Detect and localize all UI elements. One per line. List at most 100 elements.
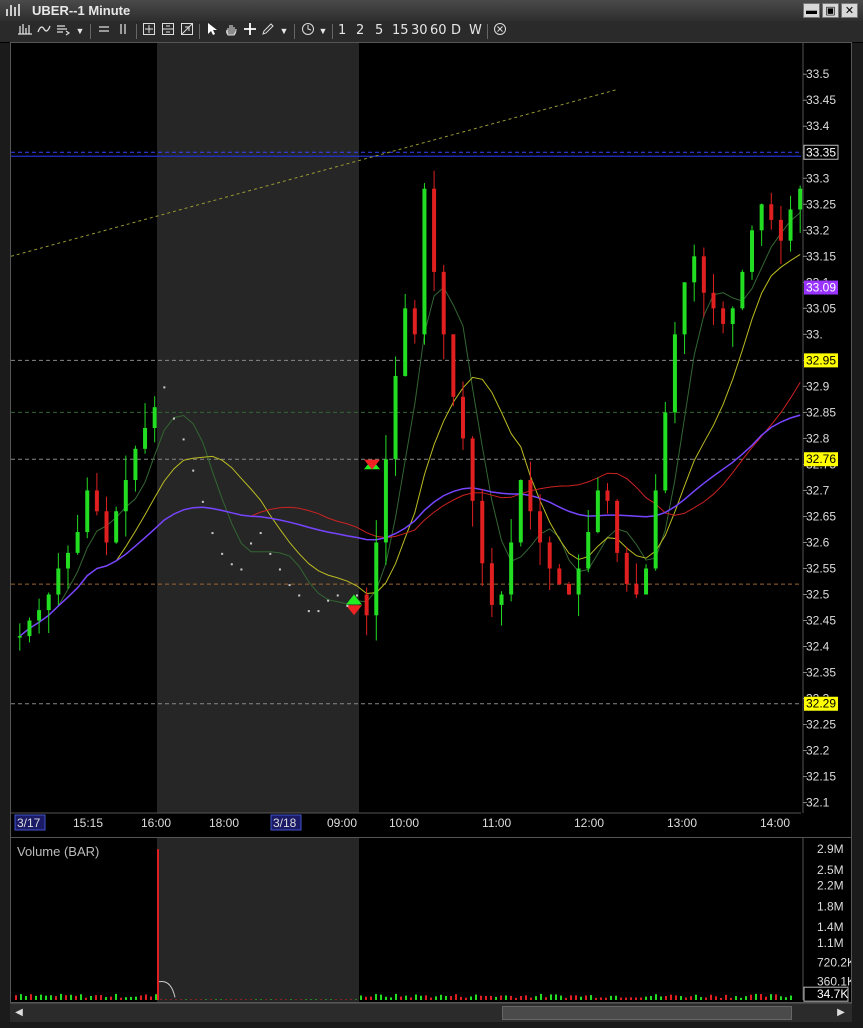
bar-chart-icon[interactable] [16,22,34,40]
volume-bar [90,995,92,1000]
volume-bar [85,997,87,1000]
clock-interval-icon[interactable] [299,22,317,40]
volume-bar [545,997,547,1000]
period-5-button[interactable]: 5 [373,22,385,40]
volume-bar [210,999,212,1000]
volume-bar [60,993,62,1000]
scroll-right-icon[interactable]: ▶ [834,1006,848,1020]
price-tick-label: 32.15 [806,770,836,784]
price-chart-panel[interactable]: 33.5 33.45 33.4 33.35 33.3 33.25 33.2 33.15 33. 1… [10,42,852,840]
volume-bar [760,994,762,1000]
time-tick-label: 15:15 [73,816,103,830]
candle-body [143,428,148,449]
price-tick-label: 33.2 [806,223,830,237]
toolbar-separator [199,24,200,39]
price-chart-canvas[interactable]: 33.5 33.45 33.4 33.35 33.3 33.25 33.2 33.15 33. 1… [10,43,851,839]
candle-body [663,412,668,491]
price-marker-label: 32.76 [806,452,836,466]
volume-bar [145,994,147,1000]
volume-bar [635,997,637,1000]
volume-bar [785,997,787,1000]
pencil-draw-icon[interactable] [259,22,277,40]
candle-body [75,532,80,553]
time-tick-label: 11:00 [482,816,511,830]
volume-bar [110,996,112,1000]
volume-bar [405,995,407,1000]
volume-bar [530,997,532,1000]
zoom-box-icon[interactable] [140,22,158,40]
horizontal-scrollbar[interactable]: ◀ ▶ [10,1003,852,1022]
cancel-circle-icon[interactable] [491,22,509,40]
hand-pan-icon[interactable] [222,22,240,40]
minimize-button[interactable]: ▬ [803,3,820,18]
candle-body [711,292,716,309]
time-tick-label: 3/17 [17,816,41,830]
volume-bar [65,995,67,1000]
volume-bar [30,994,32,1000]
volume-bar [25,996,27,1000]
volume-bar [485,995,487,1000]
toolbar-separator [332,24,333,39]
volume-bar [150,996,152,1000]
interval-dropdown[interactable]: ▼ [317,22,329,40]
volume-panel[interactable]: Volume (BAR) 2.9M 2.5M 2.2M 1.8M 1.4M 1.1M 720… [10,837,855,1003]
candle-body [46,594,51,611]
line-style-icon[interactable] [35,22,53,40]
horizontal-lines-icon[interactable] [95,22,113,40]
indicator-icon[interactable] [54,22,72,40]
volume-bar [220,999,222,1000]
volume-bar [525,995,527,1000]
volume-bar [450,996,452,1000]
volume-bar [265,999,267,1000]
volume-bar [430,997,432,1000]
candle-body [518,480,523,543]
period-day-button[interactable]: D [449,22,463,40]
volume-bar [320,999,322,1000]
split-panel-icon[interactable] [159,22,177,40]
period-2-button[interactable]: 2 [354,22,366,40]
volume-bar [40,994,42,1000]
premarket-tick [240,568,243,571]
volume-bar [455,994,457,1000]
volume-bar [670,994,672,1000]
indicator-dropdown[interactable]: ▼ [74,22,86,40]
vertical-lines-icon[interactable] [114,22,132,40]
volume-bar [770,994,772,1000]
period-60-button[interactable]: 60 [428,22,449,40]
period-1-button[interactable]: 1 [336,22,348,40]
volume-bar [755,993,757,1000]
price-marker-label: 32.29 [806,697,836,711]
cursor-arrow-icon[interactable] [203,22,221,40]
volume-bar [345,999,347,1000]
volume-bar [160,999,162,1000]
price-tick-label: 33. [806,327,823,341]
volume-chart-canvas[interactable]: Volume (BAR) 2.9M 2.5M 2.2M 1.8M 1.4M 1.1M 720… [11,838,855,1002]
volume-bar [195,999,197,1000]
candle-body [403,308,408,376]
premarket-tick [182,438,185,441]
volume-bar [340,999,342,1000]
period-week-button[interactable]: W [467,22,484,40]
scroll-thumb[interactable] [502,1006,792,1020]
premarket-tick [201,500,204,503]
draw-tool-dropdown[interactable]: ▼ [278,22,290,40]
crosshair-icon[interactable] [241,22,259,40]
volume-bar [55,996,57,1000]
scroll-left-icon[interactable]: ◀ [12,1006,26,1020]
volume-bar [215,999,217,1000]
period-30-button[interactable]: 30 [409,22,430,40]
volume-bar [420,995,422,1000]
grid-toggle-icon[interactable] [178,22,196,40]
volume-bar [660,996,662,1000]
price-tick-label: 32.85 [806,405,836,419]
close-button[interactable]: ✕ [841,3,858,18]
price-tick-label: 32.25 [806,718,836,732]
restore-button[interactable]: ▣ [822,3,839,18]
volume-bar [440,994,442,1000]
period-15-button[interactable]: 15 [390,22,411,40]
volume-bar [730,997,732,1000]
price-tick-label: 32.6 [806,535,830,549]
price-tick-label: 32.1 [806,796,830,810]
volume-tick-label: 720.2K [817,956,851,970]
volume-bar [305,999,307,1000]
